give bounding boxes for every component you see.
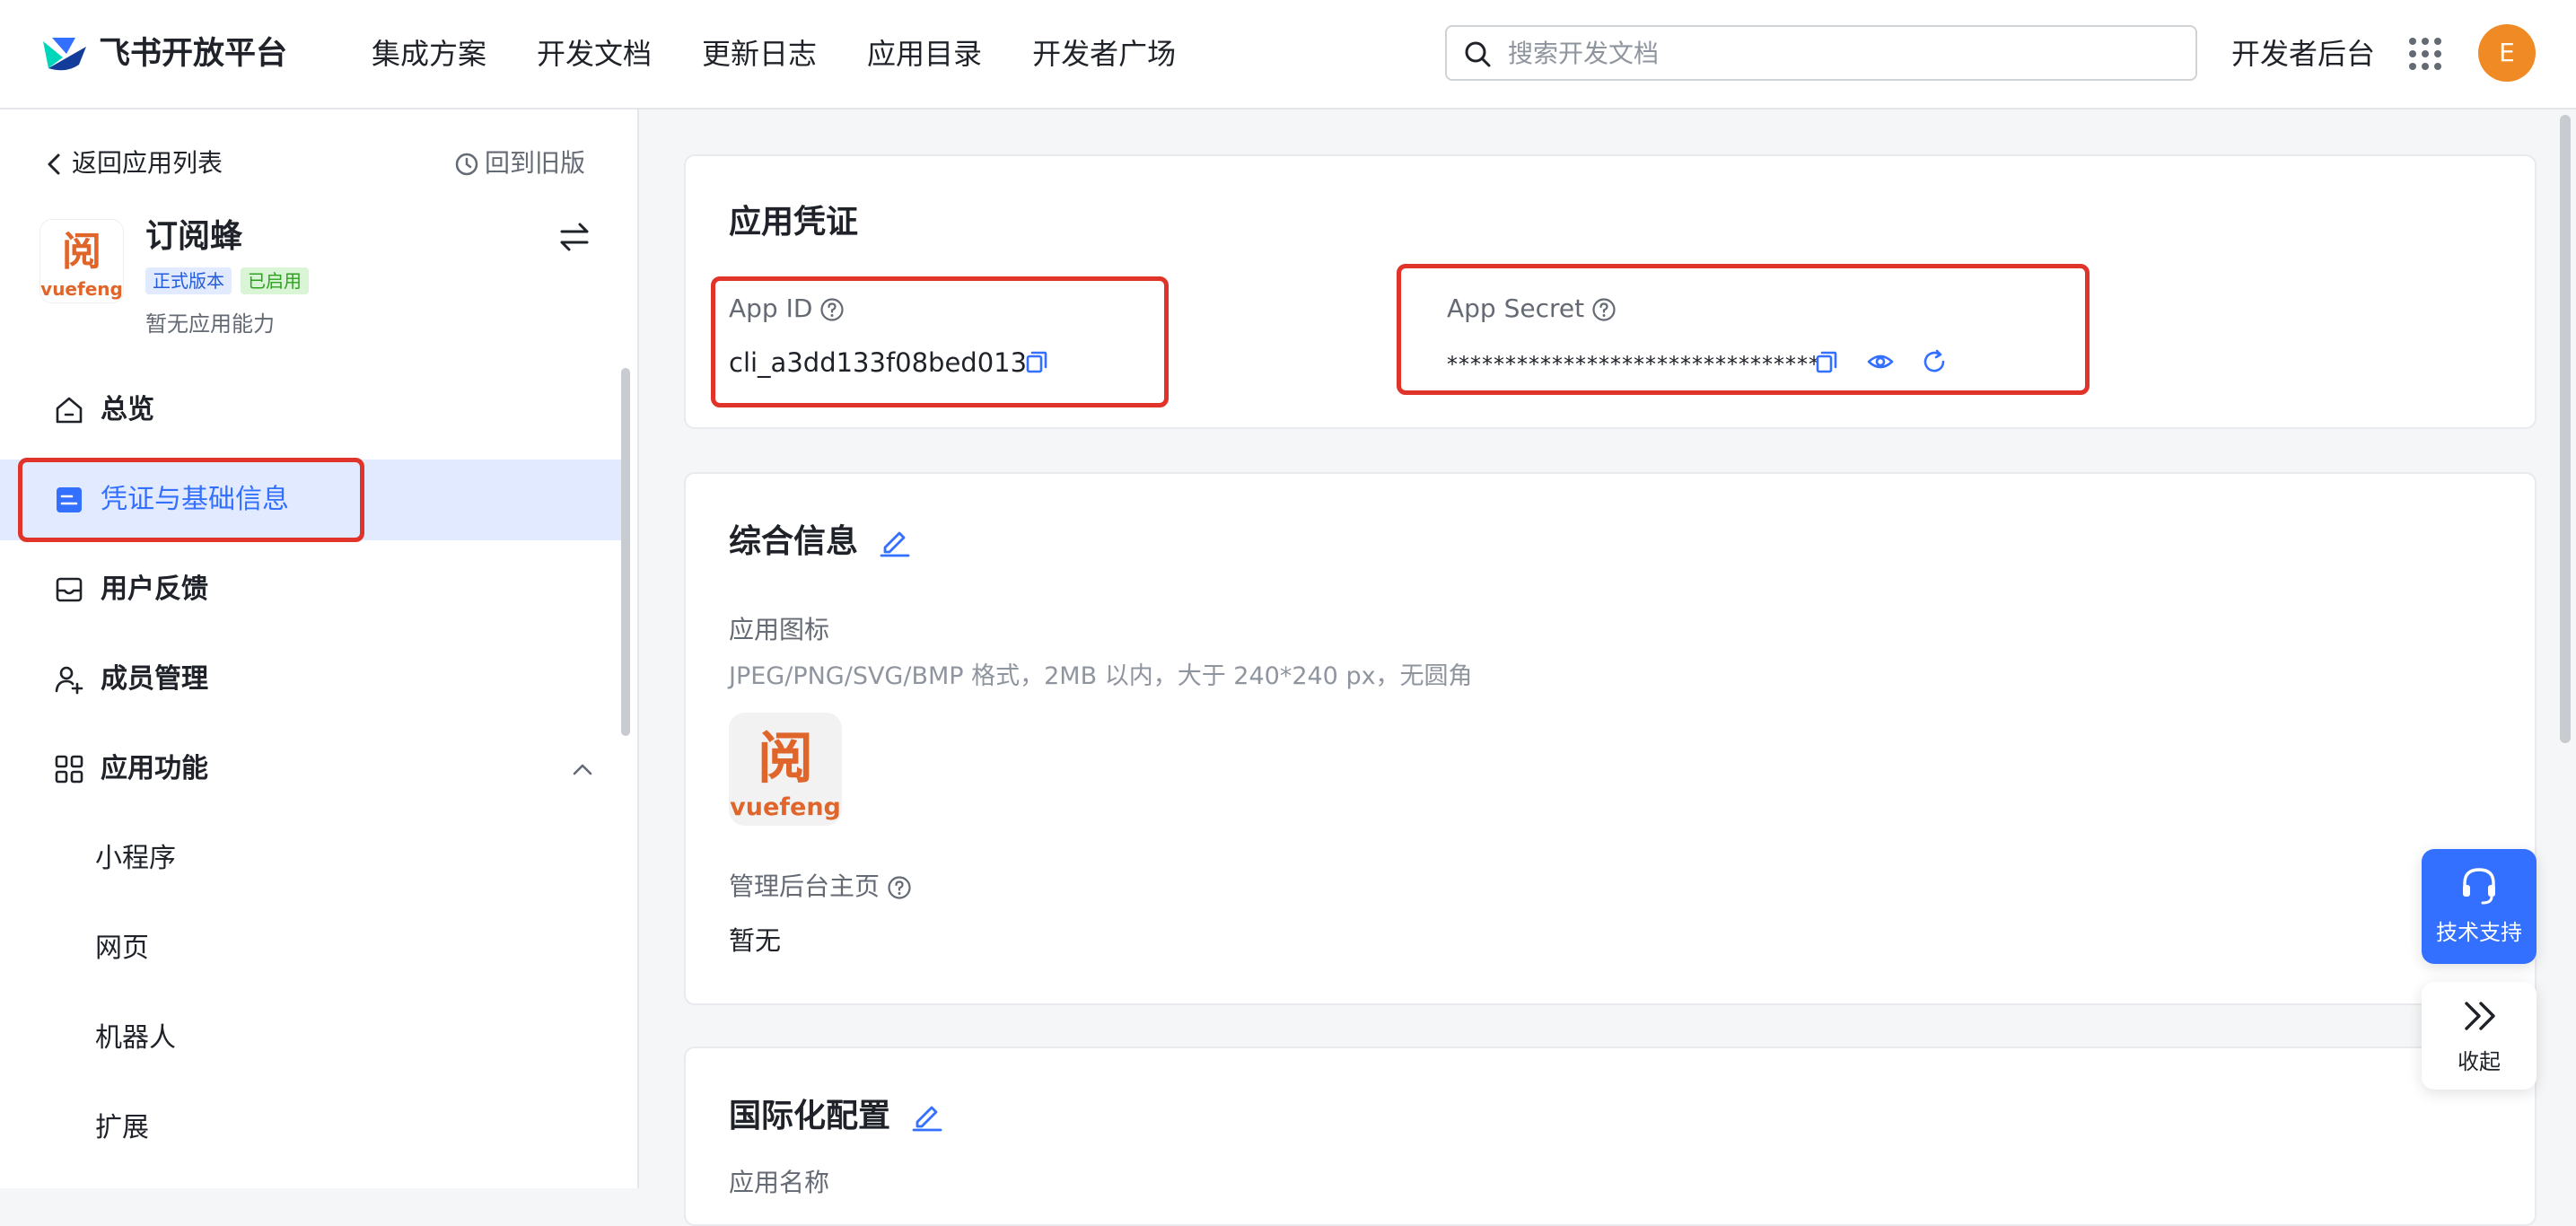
nav-app-directory[interactable]: 应用目录 <box>867 32 982 75</box>
search-icon <box>1465 41 1491 67</box>
nav-docs[interactable]: 开发文档 <box>537 32 652 75</box>
tech-support-label: 技术支持 <box>2436 920 2522 945</box>
release-badge: 正式版本 <box>145 267 232 294</box>
apps-grid-icon <box>55 755 83 784</box>
inbox-icon <box>56 577 83 602</box>
sidebar-subitem-webpage[interactable]: 网页 <box>95 928 149 969</box>
nav-developer-square[interactable]: 开发者广场 <box>1032 32 1176 75</box>
tech-support-button[interactable]: 技术支持 <box>2422 849 2537 964</box>
homepage-value: 暂无 <box>729 925 782 956</box>
sidebar-item-feedback[interactable]: 用户反馈 <box>0 549 623 630</box>
app-description: 暂无应用能力 <box>145 311 275 337</box>
sidebar-item-members[interactable]: 成员管理 <box>0 639 623 720</box>
edit-icon[interactable] <box>878 524 912 558</box>
svg-text:vuefeng: vuefeng <box>40 278 123 300</box>
general-info-card: 综合信息 应用图标 JPEG/PNG/SVG/BMP 格式，2MB 以内，大于 … <box>684 472 2537 1005</box>
feishu-logo[interactable] <box>39 32 90 75</box>
sidebar-scrollbar[interactable] <box>621 368 630 736</box>
switch-app-icon[interactable] <box>556 219 592 255</box>
sidebar: 返回应用列表 回到旧版 阅 vuefeng 订阅蜂 正式版本 已启用 暂无应用能… <box>0 109 639 1188</box>
sidebar-subitem-miniprogram[interactable]: 小程序 <box>95 838 176 880</box>
highlight-box-app-id <box>711 276 1169 407</box>
brand-name[interactable]: 飞书开放平台 <box>99 32 287 75</box>
svg-text:阅: 阅 <box>758 725 813 791</box>
app-name: 订阅蜂 <box>145 218 243 255</box>
app-icon-label: 应用图标 <box>729 615 830 644</box>
search-input[interactable]: 搜索开发文档 <box>1445 25 2197 81</box>
i18n-title: 国际化配置 <box>729 1098 891 1134</box>
back-to-old-version[interactable]: 回到旧版 <box>454 145 585 181</box>
collapse-label: 收起 <box>2458 1049 2501 1074</box>
nav-changelog[interactable]: 更新日志 <box>702 32 817 75</box>
homepage-label-text: 管理后台主页 <box>729 871 881 901</box>
old-version-label: 回到旧版 <box>485 148 586 178</box>
sidebar-subitem-bot[interactable]: 机器人 <box>95 1018 176 1059</box>
help-icon[interactable] <box>887 875 912 900</box>
double-chevron-right-icon <box>2465 1002 2495 1030</box>
back-to-app-list[interactable]: 返回应用列表 <box>45 145 223 181</box>
chevron-up-icon[interactable] <box>571 757 594 781</box>
headset-icon <box>2463 868 2495 905</box>
general-info-title: 综合信息 <box>729 523 859 560</box>
sidebar-subitem-extension[interactable]: 扩展 <box>95 1108 149 1149</box>
developer-console-link[interactable]: 开发者后台 <box>2231 32 2375 75</box>
credentials-card: 应用凭证 App ID cli_a3dd133f08bed013 App Sec… <box>684 154 2537 429</box>
svg-text:阅: 阅 <box>62 229 101 275</box>
sidebar-item-overview[interactable]: 总览 <box>0 370 623 451</box>
search-placeholder: 搜索开发文档 <box>1508 39 1660 68</box>
sidebar-item-label: 用户反馈 <box>101 574 208 605</box>
app-launcher-icon[interactable] <box>2407 36 2443 72</box>
highlight-box-app-secret <box>1397 264 2090 395</box>
i18n-card: 国际化配置 应用名称 <box>684 1046 2537 1226</box>
collapse-button[interactable]: 收起 <box>2422 982 2537 1090</box>
svg-text:vuefeng: vuefeng <box>730 793 841 821</box>
top-header: 飞书开放平台 集成方案 开发文档 更新日志 应用目录 开发者广场 搜索开发文档 … <box>0 0 2576 109</box>
credentials-title: 应用凭证 <box>729 204 859 241</box>
app-logo: 阅 vuefeng <box>39 219 124 303</box>
app-name-label: 应用名称 <box>729 1168 830 1197</box>
app-badges: 正式版本 已启用 <box>145 267 309 294</box>
app-icon-preview[interactable]: 阅 vuefeng <box>729 713 842 826</box>
status-badge: 已启用 <box>241 267 309 294</box>
home-icon <box>56 397 83 424</box>
sidebar-item-label: 应用功能 <box>101 753 208 784</box>
back-label: 返回应用列表 <box>72 148 223 178</box>
sidebar-item-label: 总览 <box>101 394 154 425</box>
top-nav: 集成方案 开发文档 更新日志 应用目录 开发者广场 <box>372 32 1226 75</box>
app-icon-hint: JPEG/PNG/SVG/BMP 格式，2MB 以内，大于 240*240 px… <box>729 662 1473 690</box>
avatar[interactable]: E <box>2478 24 2536 82</box>
main-scrollbar[interactable] <box>2560 115 2571 743</box>
app-logo-image: 阅 vuefeng <box>40 220 123 302</box>
homepage-label: 管理后台主页 <box>729 869 912 905</box>
sidebar-item-app-features[interactable]: 应用功能 <box>0 729 623 810</box>
app-icon-preview-image: 阅 vuefeng <box>729 713 842 826</box>
sidebar-item-label: 成员管理 <box>101 663 208 695</box>
user-add-icon <box>55 666 83 695</box>
edit-icon[interactable] <box>910 1099 944 1133</box>
history-icon <box>455 153 478 176</box>
highlight-box-credentials <box>18 458 364 542</box>
chevron-left-icon <box>48 153 60 175</box>
nav-solutions[interactable]: 集成方案 <box>372 32 486 75</box>
